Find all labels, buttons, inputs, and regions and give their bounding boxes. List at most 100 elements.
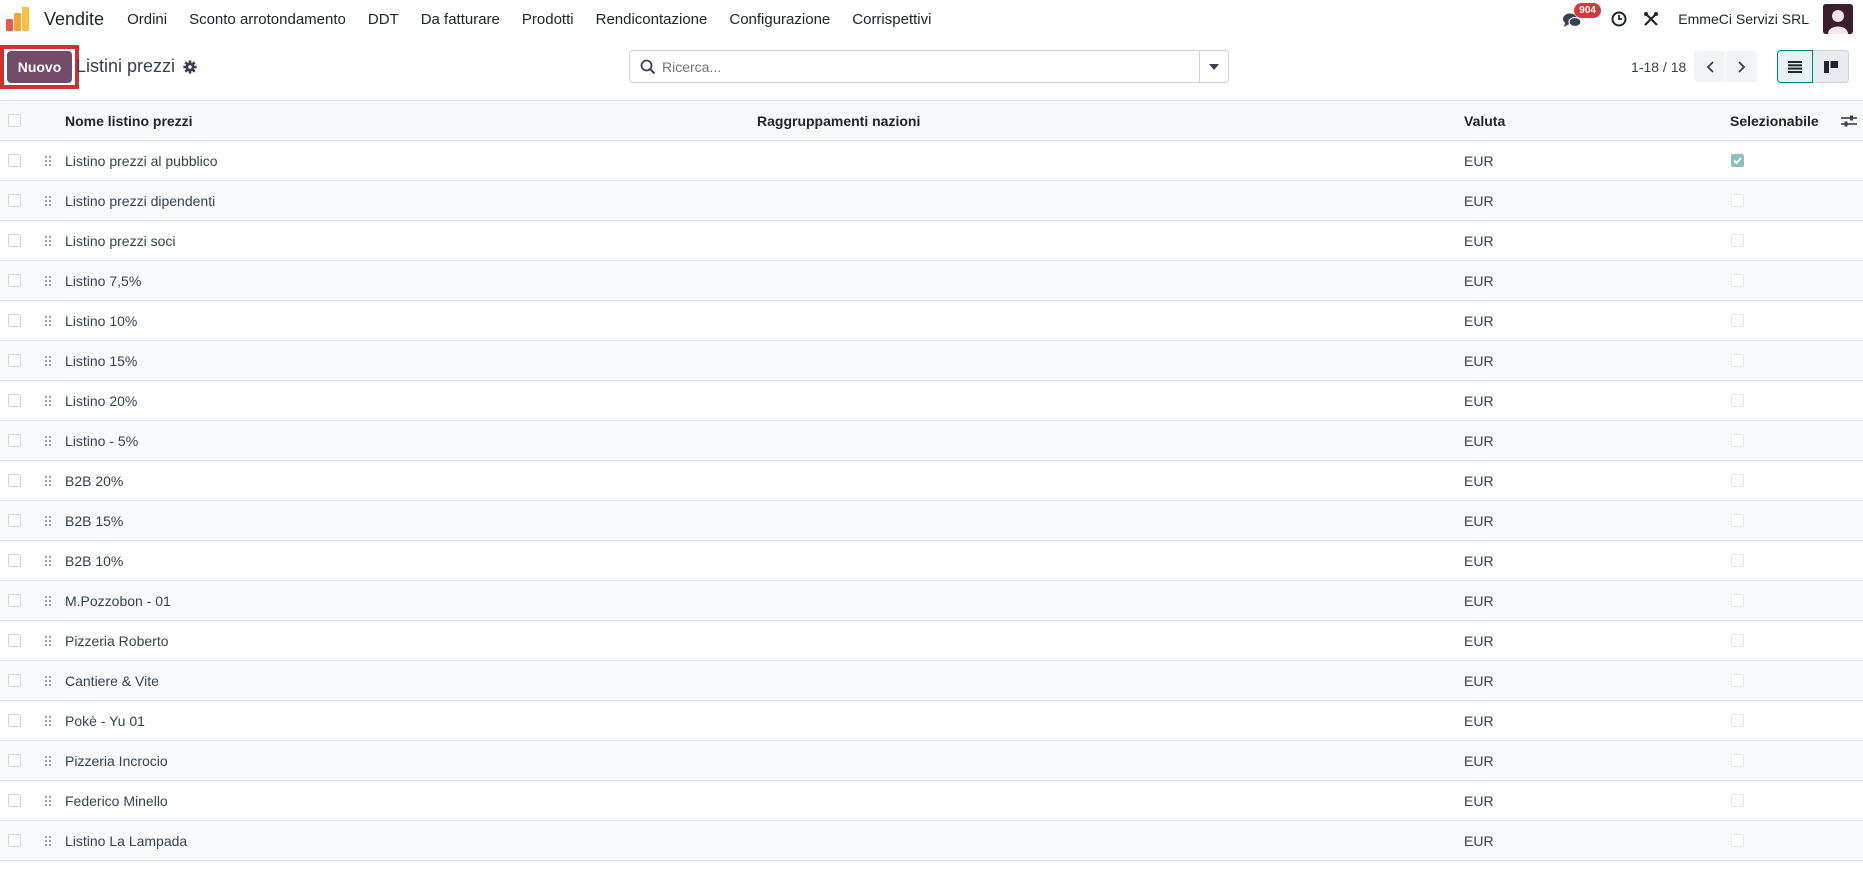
user-avatar[interactable] (1823, 4, 1853, 34)
app-name[interactable]: Vendite (44, 9, 104, 30)
row-checkbox[interactable] (8, 674, 21, 687)
table-row[interactable]: Listino - 5% EUR (0, 421, 1863, 461)
table-row[interactable]: Listino prezzi al pubblico EUR (0, 141, 1863, 181)
pricelist-name: Listino prezzi soci (65, 232, 176, 249)
messages-button[interactable]: 904 (1562, 3, 1601, 31)
row-checkbox[interactable] (8, 554, 21, 567)
table-row[interactable]: Cantiere & Vite EUR (0, 661, 1863, 701)
optional-columns-icon[interactable] (1841, 114, 1857, 128)
selectable-checkbox (1731, 554, 1744, 567)
row-checkbox[interactable] (8, 274, 21, 287)
table-row[interactable]: Pokè - Yu 01 EUR (0, 701, 1863, 741)
pricelist-currency: EUR (1464, 592, 1494, 609)
selectable-checkbox (1731, 474, 1744, 487)
menu-item-sconto-arrotondamento[interactable]: Sconto arrotondamento (178, 11, 357, 28)
row-checkbox[interactable] (8, 434, 21, 447)
kanban-view-icon (1823, 60, 1838, 73)
drag-handle-icon[interactable] (44, 555, 52, 567)
selectable-checkbox (1731, 274, 1744, 287)
table-row[interactable]: Pizzeria Roberto EUR (0, 621, 1863, 661)
drag-handle-icon[interactable] (44, 835, 52, 847)
row-checkbox[interactable] (8, 514, 21, 527)
table-row[interactable]: Listino 15% EUR (0, 341, 1863, 381)
menu-item-corrispettivi[interactable]: Corrispettivi (841, 11, 942, 28)
menu-item-prodotti[interactable]: Prodotti (511, 11, 585, 28)
drag-handle-icon[interactable] (44, 275, 52, 287)
gear-icon[interactable] (183, 59, 197, 74)
pricelist-name: Pokè - Yu 01 (65, 712, 145, 729)
drag-handle-icon[interactable] (44, 395, 52, 407)
debug-tools-button[interactable] (1640, 8, 1662, 30)
table-row[interactable]: Listino prezzi dipendenti EUR (0, 181, 1863, 221)
drag-handle-icon[interactable] (44, 715, 52, 727)
drag-handle-icon[interactable] (44, 235, 52, 247)
new-button[interactable]: Nuovo (7, 51, 72, 83)
drag-handle-icon[interactable] (44, 595, 52, 607)
drag-handle-icon[interactable] (44, 795, 52, 807)
pricelist-currency: EUR (1464, 352, 1494, 369)
table-row[interactable]: Listino 7,5% EUR (0, 261, 1863, 301)
pricelist-name: Listino La Lampada (65, 832, 188, 849)
row-checkbox[interactable] (8, 714, 21, 727)
row-checkbox[interactable] (8, 154, 21, 167)
search-input[interactable] (662, 51, 1199, 82)
row-checkbox[interactable] (8, 354, 21, 367)
row-checkbox[interactable] (8, 474, 21, 487)
table-row[interactable]: B2B 15% EUR (0, 501, 1863, 541)
menu-item-rendicontazione[interactable]: Rendicontazione (585, 11, 719, 28)
drag-handle-icon[interactable] (44, 675, 52, 687)
menu-item-configurazione[interactable]: Configurazione (718, 11, 841, 28)
menu-item-ddt[interactable]: DDT (357, 11, 410, 28)
table-row[interactable]: Listino 20% EUR (0, 381, 1863, 421)
row-checkbox[interactable] (8, 194, 21, 207)
table-row[interactable]: B2B 10% EUR (0, 541, 1863, 581)
table-row[interactable]: B2B 20% EUR (0, 461, 1863, 501)
pricelist-currency: EUR (1464, 552, 1494, 569)
pager-previous-button[interactable] (1694, 51, 1726, 82)
drag-handle-icon[interactable] (44, 475, 52, 487)
column-header-country-groups[interactable]: Raggruppamenti nazioni (757, 113, 920, 129)
drag-handle-icon[interactable] (44, 435, 52, 447)
drag-handle-icon[interactable] (44, 355, 52, 367)
activity-button[interactable] (1608, 8, 1630, 30)
table-row[interactable]: M.Pozzobon - 01 EUR (0, 581, 1863, 621)
table-row[interactable]: Federico Minello EUR (0, 781, 1863, 821)
menu-item-da-fatturare[interactable]: Da fatturare (410, 11, 511, 28)
row-checkbox[interactable] (8, 634, 21, 647)
pricelist-currency: EUR (1464, 312, 1494, 329)
column-header-name[interactable]: Nome listino prezzi (65, 113, 193, 129)
column-header-currency[interactable]: Valuta (1464, 113, 1505, 129)
drag-handle-icon[interactable] (44, 315, 52, 327)
app-logo-icon[interactable] (6, 7, 32, 31)
pager-value[interactable]: 1-18 / 18 (1631, 59, 1686, 75)
table-row[interactable]: Listino La Lampada EUR (0, 821, 1863, 861)
pricelist-currency: EUR (1464, 272, 1494, 289)
table-row[interactable]: Listino prezzi soci EUR (0, 221, 1863, 261)
company-switcher[interactable]: EmmeCi Servizi SRL (1678, 11, 1809, 27)
row-checkbox[interactable] (8, 394, 21, 407)
row-checkbox[interactable] (8, 314, 21, 327)
table-row[interactable]: Pizzeria Incrocio EUR (0, 741, 1863, 781)
column-header-selectable[interactable]: Selezionabile (1730, 113, 1819, 129)
list-view-button[interactable] (1777, 50, 1813, 83)
pager-next-button[interactable] (1726, 51, 1758, 82)
select-all-checkbox[interactable] (8, 114, 21, 127)
search-options-toggle[interactable] (1199, 51, 1228, 82)
pricelist-currency: EUR (1464, 512, 1494, 529)
row-checkbox[interactable] (8, 594, 21, 607)
drag-handle-icon[interactable] (44, 195, 52, 207)
drag-handle-icon[interactable] (44, 155, 52, 167)
selectable-checkbox (1731, 754, 1744, 767)
page-title: Listini prezzi (76, 56, 176, 76)
menu-item-ordini[interactable]: Ordini (116, 11, 178, 28)
row-checkbox[interactable] (8, 794, 21, 807)
table-row[interactable]: Listino 10% EUR (0, 301, 1863, 341)
drag-handle-icon[interactable] (44, 635, 52, 647)
row-checkbox[interactable] (8, 834, 21, 847)
kanban-view-button[interactable] (1813, 50, 1849, 83)
drag-handle-icon[interactable] (44, 755, 52, 767)
row-checkbox[interactable] (8, 754, 21, 767)
navbar-systray: 904 EmmeCi Servizi SRL (1562, 0, 1863, 38)
row-checkbox[interactable] (8, 234, 21, 247)
drag-handle-icon[interactable] (44, 515, 52, 527)
